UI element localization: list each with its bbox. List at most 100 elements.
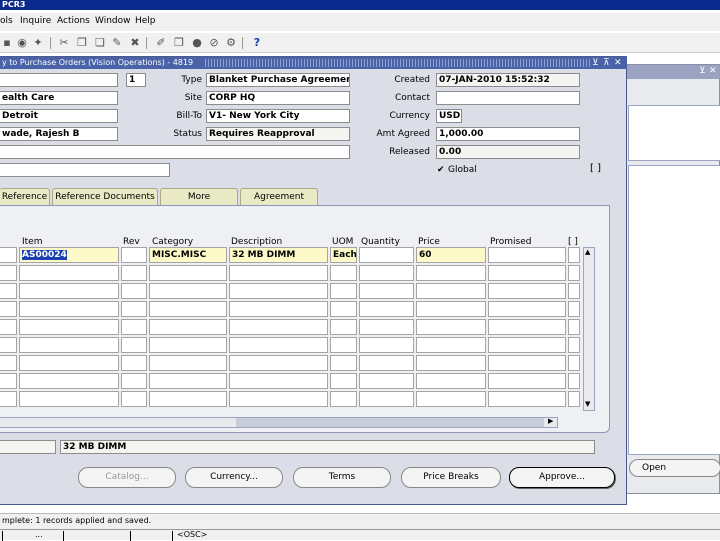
window-minimize-icon[interactable]: ⊻ — [592, 57, 599, 69]
column-header-flexfield[interactable]: [ ] — [568, 237, 578, 247]
price-cell[interactable]: 60 — [416, 247, 486, 263]
category-cell[interactable] — [149, 283, 227, 299]
row-indicator[interactable] — [0, 355, 17, 371]
bill-to-field[interactable]: V1- New York City — [206, 109, 350, 123]
price-cell[interactable] — [416, 265, 486, 281]
row-indicator[interactable] — [0, 265, 17, 281]
promised-cell[interactable] — [488, 355, 566, 371]
flexfield-cell[interactable] — [568, 283, 580, 299]
quantity-cell[interactable] — [359, 355, 414, 371]
operating-unit-field[interactable] — [0, 73, 118, 87]
scroll-right-icon[interactable]: ▶ — [548, 417, 553, 425]
item-cell[interactable] — [19, 355, 119, 371]
open-button[interactable]: Open — [629, 459, 720, 477]
description-cell[interactable] — [229, 373, 328, 389]
menu-help[interactable]: Help — [135, 16, 156, 26]
flexfield-cell[interactable] — [568, 337, 580, 353]
scroll-up-icon[interactable]: ▲ — [585, 248, 590, 256]
promised-cell[interactable] — [488, 319, 566, 335]
price-cell[interactable] — [416, 373, 486, 389]
rev-cell[interactable] — [121, 373, 147, 389]
revision-field[interactable]: 1 — [126, 73, 146, 87]
row-indicator[interactable] — [0, 391, 17, 407]
description-cell[interactable] — [229, 337, 328, 353]
flexfield-cell[interactable] — [568, 355, 580, 371]
promised-cell[interactable] — [488, 373, 566, 389]
question-icon[interactable]: ? — [250, 36, 264, 50]
promised-cell[interactable] — [488, 247, 566, 263]
description-cell[interactable] — [229, 319, 328, 335]
row-indicator[interactable] — [0, 337, 17, 353]
tab-more[interactable]: More — [160, 188, 238, 206]
ship-to-field[interactable]: CORP HQ — [206, 91, 350, 105]
description-field[interactable] — [0, 145, 350, 159]
approve-button[interactable]: Approve... — [509, 467, 615, 488]
tab-reference-documents[interactable]: Reference Documents — [52, 188, 158, 206]
quantity-cell[interactable] — [359, 319, 414, 335]
quantity-cell[interactable] — [359, 391, 414, 407]
attach-icon[interactable]: ✐ — [154, 36, 168, 50]
rev-cell[interactable] — [121, 247, 147, 263]
description-cell[interactable] — [229, 283, 328, 299]
uom-cell[interactable] — [330, 355, 357, 371]
description-cell[interactable] — [229, 265, 328, 281]
rev-cell[interactable] — [121, 301, 147, 317]
menu-tools[interactable]: ols — [0, 16, 13, 26]
cut-icon[interactable]: ✂ — [57, 36, 71, 50]
find-icon[interactable]: ◉ — [15, 36, 29, 50]
edit-icon[interactable]: ✎ — [110, 36, 124, 50]
paste-icon[interactable]: ❏ — [93, 36, 107, 50]
horizontal-scrollbar[interactable]: ▶ — [0, 417, 558, 428]
globe-icon[interactable]: ● — [190, 36, 204, 50]
item-cell[interactable]: AS00024 — [19, 247, 119, 263]
uom-cell[interactable]: Each — [330, 247, 357, 263]
category-cell[interactable] — [149, 391, 227, 407]
type-field[interactable]: Blanket Purchase Agreement — [206, 73, 350, 87]
rev-cell[interactable] — [121, 265, 147, 281]
quantity-cell[interactable] — [359, 373, 414, 389]
category-cell[interactable] — [149, 265, 227, 281]
price-cell[interactable] — [416, 337, 486, 353]
folder-icon[interactable]: ❒ — [172, 36, 186, 50]
promised-cell[interactable] — [488, 265, 566, 281]
printer-icon[interactable]: ▪ — [0, 36, 14, 50]
item-cell[interactable] — [19, 301, 119, 317]
menu-actions[interactable]: Actions — [57, 16, 90, 26]
window-maximize-icon[interactable]: ⊼ — [603, 57, 610, 69]
supplier-field[interactable]: ealth Care — [0, 91, 118, 105]
flexfield-cell[interactable] — [568, 373, 580, 389]
uom-cell[interactable] — [330, 337, 357, 353]
vertical-scrollbar[interactable]: ▲ ▼ — [583, 247, 595, 411]
price-cell[interactable] — [416, 355, 486, 371]
uom-cell[interactable] — [330, 283, 357, 299]
clear-icon[interactable]: ✖ — [128, 36, 142, 50]
promised-cell[interactable] — [488, 337, 566, 353]
quantity-cell[interactable] — [359, 283, 414, 299]
flexfield-cell[interactable] — [568, 391, 580, 407]
price-cell[interactable] — [416, 283, 486, 299]
row-indicator[interactable] — [0, 301, 17, 317]
row-indicator[interactable] — [0, 283, 17, 299]
price-cell[interactable] — [416, 301, 486, 317]
category-cell[interactable] — [149, 373, 227, 389]
price-cell[interactable] — [416, 319, 486, 335]
copy-icon[interactable]: ❐ — [75, 36, 89, 50]
uom-cell[interactable] — [330, 265, 357, 281]
flexfield-cell[interactable] — [568, 247, 580, 263]
category-cell[interactable] — [149, 301, 227, 317]
scroll-down-icon[interactable]: ▼ — [585, 400, 590, 408]
window-title-bar[interactable]: y to Purchase Orders (Vision Operations)… — [0, 57, 627, 69]
background-window[interactable]: ⊻ ✕ Open — [620, 64, 720, 494]
item-cell[interactable] — [19, 391, 119, 407]
quantity-cell[interactable] — [359, 337, 414, 353]
description-cell[interactable]: 32 MB DIMM — [229, 247, 328, 263]
item-cell[interactable] — [19, 283, 119, 299]
promised-cell[interactable] — [488, 391, 566, 407]
quantity-cell[interactable] — [359, 265, 414, 281]
note-field[interactable] — [0, 163, 170, 177]
tab-agreement[interactable]: Agreement — [240, 188, 318, 206]
contact-field[interactable] — [436, 91, 580, 105]
background-window-title-bar[interactable]: ⊻ ✕ — [621, 65, 720, 79]
promised-cell[interactable] — [488, 301, 566, 317]
item-cell[interactable] — [19, 319, 119, 335]
